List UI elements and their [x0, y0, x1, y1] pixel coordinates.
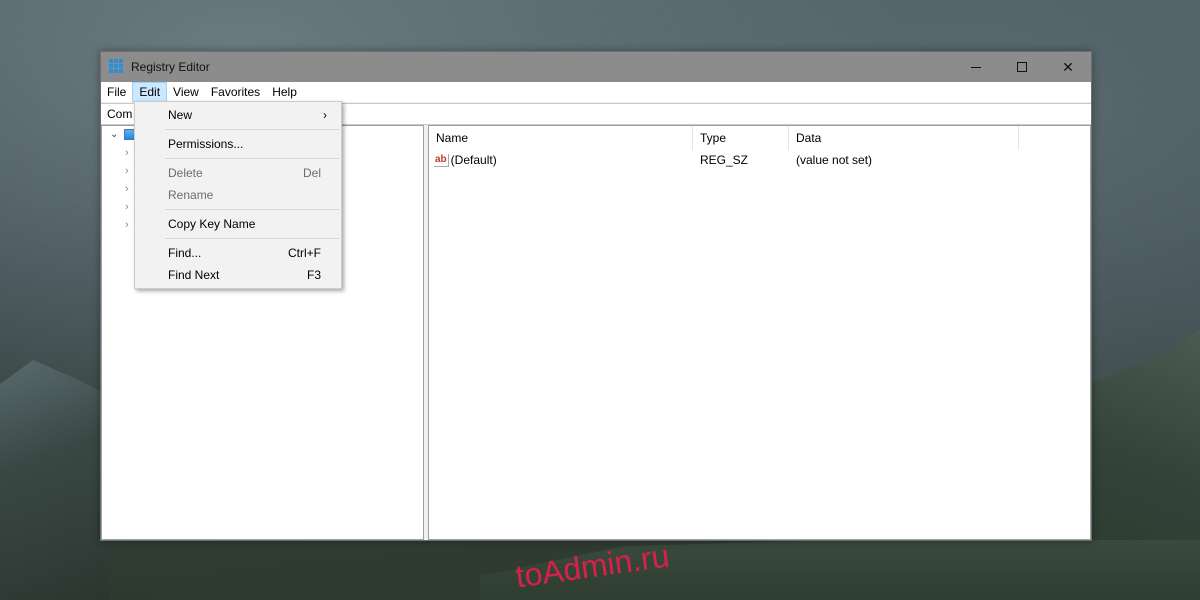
- menu-item-label: Find Next: [168, 268, 220, 282]
- menu-item-label: Copy Key Name: [168, 217, 256, 231]
- menu-item-new[interactable]: New ›: [135, 104, 341, 126]
- menu-item-shortcut: Ctrl+F: [288, 246, 321, 260]
- menu-item-label: New: [168, 108, 193, 122]
- tree-expander-icon[interactable]: ›: [125, 165, 129, 177]
- cell-name: ab (Default): [429, 153, 693, 167]
- menu-item-find-next[interactable]: Find Next F3: [135, 264, 341, 286]
- maximize-icon: [1017, 62, 1027, 72]
- window-controls: ✕: [953, 52, 1091, 82]
- maximize-button[interactable]: [999, 52, 1045, 82]
- values-pane: Name Type Data ab (Default) REG_SZ (valu…: [428, 125, 1091, 540]
- menu-item-label: Permissions...: [168, 137, 244, 151]
- tree-expander-icon[interactable]: ›: [125, 183, 129, 195]
- value-type: REG_SZ: [700, 153, 749, 167]
- menu-item-shortcut: Del: [302, 166, 321, 180]
- column-header-type[interactable]: Type: [693, 126, 789, 150]
- menu-separator: [165, 238, 339, 239]
- menu-item-shortcut: F3: [306, 268, 321, 282]
- background-mountain-left: [0, 360, 110, 600]
- minimize-button[interactable]: [953, 52, 999, 82]
- menu-help[interactable]: Help: [266, 82, 303, 102]
- window-title: Registry Editor: [131, 60, 210, 74]
- title-bar[interactable]: Registry Editor ✕: [101, 52, 1091, 82]
- submenu-arrow-icon: ›: [323, 108, 327, 122]
- column-header-name[interactable]: Name: [429, 126, 693, 150]
- table-row[interactable]: ab (Default) REG_SZ (value not set): [429, 150, 1090, 170]
- menu-item-label: Rename: [168, 188, 214, 202]
- minimize-icon: [971, 66, 981, 68]
- menu-item-label: Find...: [168, 246, 202, 260]
- menu-item-permissions[interactable]: Permissions...: [135, 133, 341, 155]
- value-name: (Default): [450, 153, 497, 167]
- tree-expander-icon[interactable]: ›: [125, 201, 129, 213]
- tree-expander-icon[interactable]: ›: [125, 219, 129, 231]
- value-data: (value not set): [796, 153, 873, 167]
- menu-separator: [165, 209, 339, 210]
- menu-item-label: Delete: [168, 166, 203, 180]
- column-header-data[interactable]: Data: [789, 126, 1019, 150]
- menu-view[interactable]: View: [167, 82, 205, 102]
- menu-separator: [165, 129, 339, 130]
- tree-expander-icon[interactable]: ›: [125, 147, 129, 159]
- expand-chevron-icon[interactable]: ⌄: [110, 129, 122, 140]
- registry-editor-icon: [109, 59, 125, 75]
- string-value-icon: ab: [434, 153, 449, 167]
- list-header: Name Type Data: [429, 126, 1090, 150]
- menu-edit[interactable]: Edit: [132, 82, 168, 102]
- menu-separator: [165, 158, 339, 159]
- edit-menu-dropdown: New › Permissions... Delete Del Rename C…: [134, 101, 342, 289]
- menu-item-copy-key-name[interactable]: Copy Key Name: [135, 213, 341, 235]
- close-icon: ✕: [1062, 58, 1074, 75]
- menu-file[interactable]: File: [101, 82, 132, 102]
- menu-item-rename: Rename: [135, 184, 341, 206]
- close-button[interactable]: ✕: [1045, 52, 1091, 82]
- menu-item-delete: Delete Del: [135, 162, 341, 184]
- menu-favorites[interactable]: Favorites: [205, 82, 266, 102]
- menu-bar: File Edit View Favorites Help: [101, 82, 1091, 102]
- menu-item-find[interactable]: Find... Ctrl+F: [135, 242, 341, 264]
